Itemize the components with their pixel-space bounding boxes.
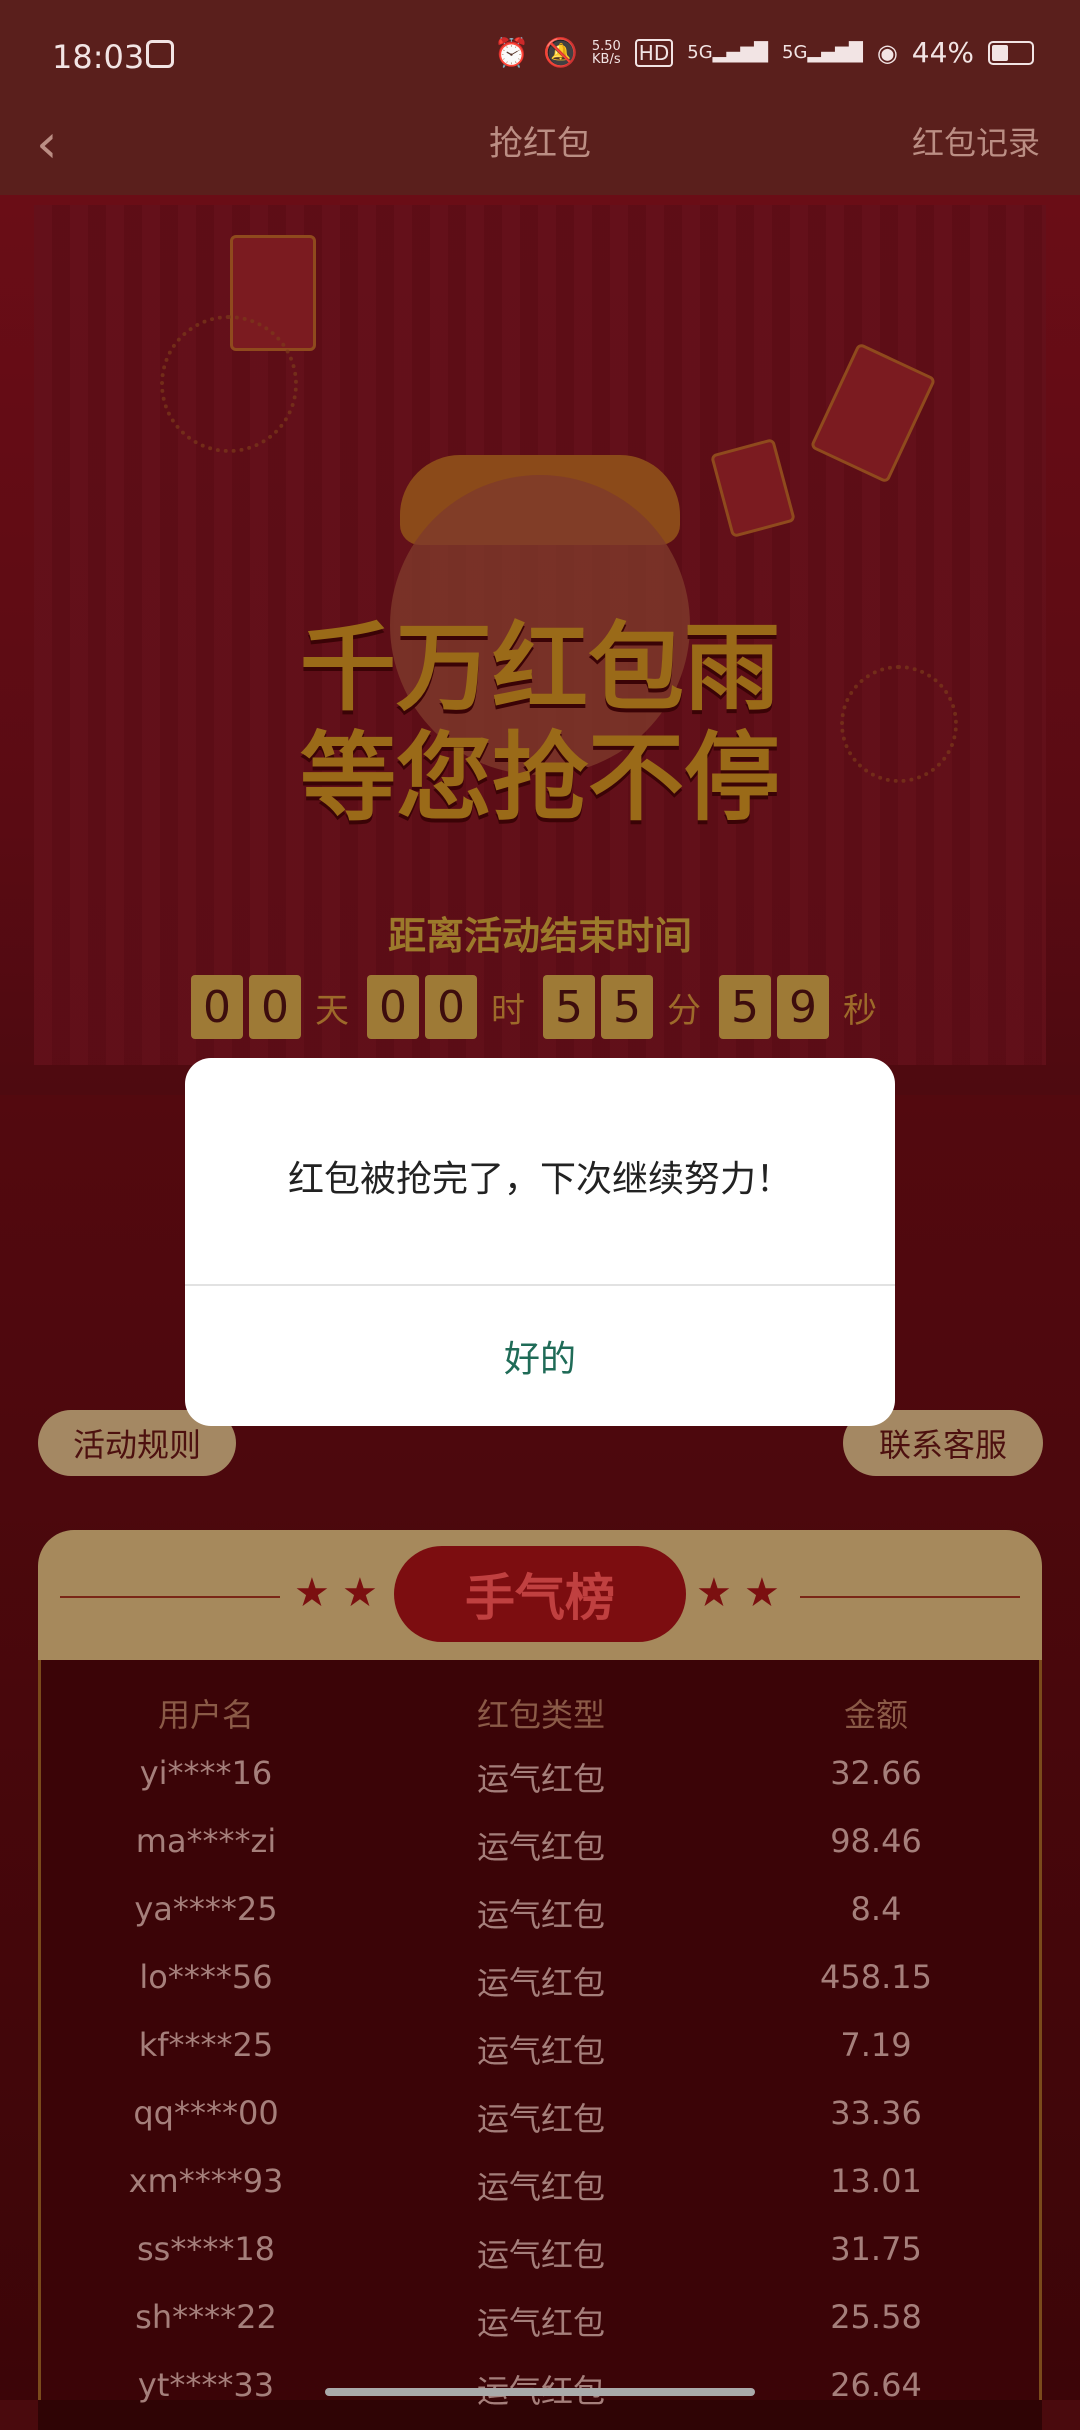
alert-dialog: 红包被抢完了，下次继续努力！ 好的 xyxy=(185,1058,895,1426)
dialog-message: 红包被抢完了，下次继续努力！ xyxy=(287,1159,792,1200)
dialog-ok-button[interactable]: 好的 xyxy=(185,1286,895,1426)
